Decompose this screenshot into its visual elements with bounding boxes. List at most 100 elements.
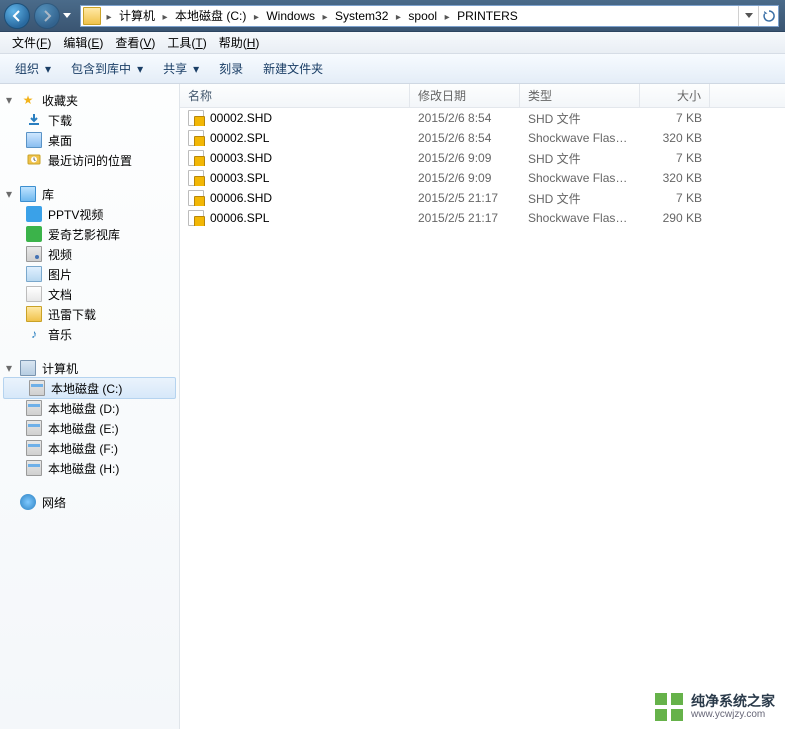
- pptv-icon: [26, 206, 42, 222]
- file-row[interactable]: 00002.SPL2015/2/6 8:54Shockwave Flash...…: [180, 128, 785, 148]
- organize-label: 组织: [15, 60, 39, 77]
- music-icon: ♪: [26, 326, 42, 342]
- file-size: 7 KB: [640, 191, 710, 205]
- collapse-icon[interactable]: ▾: [4, 95, 14, 105]
- include-label: 包含到库中: [71, 60, 131, 77]
- file-date: 2015/2/5 21:17: [410, 211, 520, 225]
- chevron-down-icon: ▾: [45, 62, 51, 76]
- breadcrumb-separator[interactable]: [319, 6, 331, 26]
- file-name: 00002.SPL: [210, 131, 269, 145]
- watermark: 纯净系统之家 www.ycwjzy.com: [655, 693, 775, 721]
- nav-item-documents[interactable]: 文档: [0, 284, 179, 304]
- collapse-icon[interactable]: ▾: [4, 363, 14, 373]
- breadcrumb-separator[interactable]: [250, 6, 262, 26]
- main-split: ▾ ★ 收藏夹 下载 桌面 最近访问的位置 ▾ 库 PPTV视频: [0, 84, 785, 729]
- column-header-type[interactable]: 类型: [520, 84, 640, 107]
- nav-item-drive[interactable]: 本地磁盘 (F:): [0, 438, 179, 458]
- nav-item-videos[interactable]: 视频: [0, 244, 179, 264]
- nav-item-pictures[interactable]: 图片: [0, 264, 179, 284]
- download-icon: [26, 112, 42, 128]
- address-bar: 计算机本地磁盘 (C:) Windows System32 spool PRINTERS: [0, 0, 785, 32]
- file-name: 00003.SPL: [210, 171, 269, 185]
- video-icon: [26, 246, 42, 262]
- nav-group-computer[interactable]: ▾ 计算机: [0, 358, 179, 378]
- file-type: Shockwave Flash...: [520, 211, 640, 225]
- folder-icon: [83, 7, 101, 25]
- chevron-right-icon: [106, 9, 111, 23]
- nav-item-downloads[interactable]: 下载: [0, 110, 179, 130]
- nav-item-drive[interactable]: 本地磁盘 (E:): [0, 418, 179, 438]
- nav-group-favorites[interactable]: ▾ ★ 收藏夹: [0, 90, 179, 110]
- file-date: 2015/2/6 9:09: [410, 171, 520, 185]
- file-type: SHD 文件: [520, 150, 640, 167]
- breadcrumb[interactable]: 计算机本地磁盘 (C:) Windows System32 spool PRINTERS: [80, 5, 779, 27]
- menu-v[interactable]: 查看(V): [109, 32, 161, 53]
- file-type: Shockwave Flash...: [520, 131, 640, 145]
- chevron-right-icon: [254, 9, 259, 23]
- column-header-size[interactable]: 大小: [640, 84, 710, 107]
- file-row[interactable]: 00003.SPL 2015/2/6 9:09Shockwave Flash...…: [180, 168, 785, 188]
- nav-item-drive[interactable]: 本地磁盘 (D:): [0, 398, 179, 418]
- file-date: 2015/2/5 21:17: [410, 191, 520, 205]
- file-type: Shockwave Flash...: [520, 171, 640, 185]
- nav-item-label: 本地磁盘 (D:): [48, 400, 119, 417]
- breadcrumb-segment[interactable]: 本地磁盘 (C:): [171, 6, 250, 26]
- share-button[interactable]: 共享 ▾: [154, 56, 208, 81]
- breadcrumb-segment[interactable]: System32: [331, 6, 392, 26]
- breadcrumb-segment[interactable]: 计算机: [115, 6, 159, 26]
- file-icon: [188, 170, 204, 186]
- nav-item-drive[interactable]: 本地磁盘 (C:): [3, 377, 176, 399]
- document-icon: [26, 286, 42, 302]
- navigation-pane[interactable]: ▾ ★ 收藏夹 下载 桌面 最近访问的位置 ▾ 库 PPTV视频: [0, 84, 180, 729]
- nav-group-label: 库: [42, 186, 54, 203]
- forward-button[interactable]: [34, 3, 60, 29]
- nav-item-iqiyi[interactable]: 爱奇艺影视库: [0, 224, 179, 244]
- breadcrumb-segment[interactable]: spool: [404, 6, 441, 26]
- breadcrumb-separator[interactable]: [441, 6, 453, 26]
- back-button[interactable]: [4, 3, 30, 29]
- nav-item-label: PPTV视频: [48, 206, 103, 223]
- file-row[interactable]: 00002.SHD2015/2/6 8:54SHD 文件7 KB: [180, 108, 785, 128]
- refresh-button[interactable]: [758, 6, 778, 26]
- file-type: SHD 文件: [520, 110, 640, 127]
- collapse-icon[interactable]: ▾: [4, 189, 14, 199]
- nav-item-drive[interactable]: 本地磁盘 (H:): [0, 458, 179, 478]
- nav-item-label: 最近访问的位置: [48, 152, 132, 169]
- column-header-name[interactable]: 名称: [180, 84, 410, 107]
- nav-group-network[interactable]: ▸ 网络: [0, 492, 179, 512]
- file-name: 00002.SHD: [210, 111, 272, 125]
- breadcrumb-separator[interactable]: [159, 6, 171, 26]
- file-row[interactable]: 00006.SPL2015/2/5 21:17Shockwave Flash..…: [180, 208, 785, 228]
- xunlei-icon: [26, 306, 42, 322]
- breadcrumb-segment[interactable]: Windows: [262, 6, 319, 26]
- nav-group-label: 网络: [42, 494, 66, 511]
- file-row[interactable]: 00003.SHD2015/2/6 9:09SHD 文件7 KB: [180, 148, 785, 168]
- include-in-library-button[interactable]: 包含到库中 ▾: [62, 56, 152, 81]
- menu-t[interactable]: 工具(T): [161, 32, 212, 53]
- file-icon: [188, 150, 204, 166]
- nav-item-recent[interactable]: 最近访问的位置: [0, 150, 179, 170]
- breadcrumb-segment[interactable]: PRINTERS: [453, 6, 522, 26]
- nav-item-pptv[interactable]: PPTV视频: [0, 204, 179, 224]
- new-folder-button[interactable]: 新建文件夹: [254, 56, 332, 81]
- history-dropdown[interactable]: [62, 3, 72, 29]
- breadcrumb-root-sep[interactable]: [103, 6, 115, 26]
- menu-f[interactable]: 文件(F): [6, 32, 57, 53]
- burn-button[interactable]: 刻录: [210, 56, 252, 81]
- organize-button[interactable]: 组织 ▾: [6, 56, 60, 81]
- nav-item-music[interactable]: ♪ 音乐: [0, 324, 179, 344]
- nav-item-xunlei[interactable]: 迅雷下载: [0, 304, 179, 324]
- menu-e[interactable]: 编辑(E): [57, 32, 109, 53]
- arrow-left-icon: [11, 10, 23, 22]
- nav-item-desktop[interactable]: 桌面: [0, 130, 179, 150]
- menu-h[interactable]: 帮助(H): [213, 32, 266, 53]
- file-rows[interactable]: 00002.SHD2015/2/6 8:54SHD 文件7 KB00002.SP…: [180, 108, 785, 729]
- column-header-date[interactable]: 修改日期: [410, 84, 520, 107]
- file-row[interactable]: 00006.SHD2015/2/5 21:17SHD 文件7 KB: [180, 188, 785, 208]
- nav-group-libraries[interactable]: ▾ 库: [0, 184, 179, 204]
- chevron-right-icon: [396, 9, 401, 23]
- toolbar: 组织 ▾ 包含到库中 ▾ 共享 ▾ 刻录 新建文件夹: [0, 54, 785, 84]
- address-dropdown[interactable]: [738, 6, 758, 26]
- breadcrumb-separator[interactable]: [392, 6, 404, 26]
- nav-item-label: 本地磁盘 (F:): [48, 440, 118, 457]
